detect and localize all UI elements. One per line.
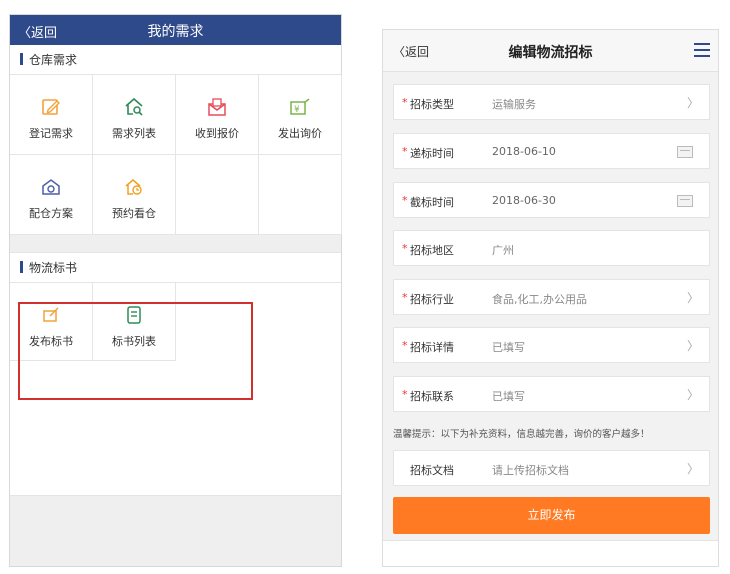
envelope-icon [176, 97, 258, 117]
warehouse-grid: 登记需求 需求列表 收到报价 ¥ 发出询价 配仓方案 预约看仓 [10, 75, 342, 235]
field-value: 食品,化工,办公用品 [492, 293, 587, 306]
grid-item-inquiry[interactable]: ¥ 发出询价 [259, 75, 342, 155]
left-phone-screen: 〈返回 我的需求 仓库需求 登记需求 需求列表 收到报价 ¥ 发出询价 配仓方案… [9, 14, 342, 567]
grid-item-label: 收到报价 [195, 127, 239, 140]
section-bar [20, 261, 23, 273]
section-header-logistics: 物流标书 [10, 253, 341, 283]
required-mark: * [402, 194, 408, 207]
field-label: 招标类型 [410, 98, 454, 111]
section-header-warehouse: 仓库需求 [10, 45, 341, 75]
field-label: 招标行业 [410, 293, 454, 306]
calendar-icon[interactable] [677, 146, 693, 158]
chevron-right-icon: 〉 [686, 339, 699, 353]
form-row-submit-time[interactable]: * 递标时间 2018-06-10 [393, 133, 710, 169]
bottom-band [10, 495, 341, 566]
form-row-deadline[interactable]: * 截标时间 2018-06-30 [393, 182, 710, 218]
page-title: 编辑物流招标 [508, 45, 593, 61]
warehouse-clock-icon [93, 177, 175, 197]
required-mark: * [402, 96, 408, 109]
required-mark: * [402, 242, 408, 255]
field-value: 2018-06-30 [492, 194, 556, 207]
field-value: 广州 [492, 244, 514, 257]
publish-button[interactable]: 立即发布 [393, 497, 710, 534]
grid-item-label: 配仓方案 [29, 207, 73, 220]
field-label: 招标地区 [410, 244, 454, 257]
edit-icon [10, 97, 92, 117]
hint-text: 温馨提示：以下为补充资料，信息越完善，询价的客户越多！ [393, 429, 650, 440]
required-mark: * [402, 291, 408, 304]
grid-item-list[interactable]: 需求列表 [93, 75, 176, 155]
page-title: 我的需求 [147, 24, 204, 40]
chevron-right-icon: 〉 [686, 96, 699, 110]
left-header: 〈返回 我的需求 [10, 15, 341, 45]
hamburger-icon[interactable] [694, 43, 710, 57]
grid-item-register[interactable]: 登记需求 [10, 75, 93, 155]
right-header: 〈返回 编辑物流招标 [383, 30, 718, 72]
field-label: 招标联系 [410, 390, 454, 403]
section-divider [10, 235, 341, 253]
chevron-right-icon: 〉 [686, 388, 699, 402]
section-title: 仓库需求 [29, 53, 78, 67]
house-search-icon [93, 97, 175, 117]
chevron-right-icon: 〉 [686, 291, 699, 305]
field-value: 请上传招标文档 [492, 464, 569, 477]
field-label: 递标时间 [410, 147, 454, 160]
highlight-box [18, 302, 253, 400]
grid-item-appointment[interactable]: 预约看仓 [93, 155, 176, 235]
grid-item-label: 需求列表 [112, 127, 156, 140]
grid-item-plan[interactable]: 配仓方案 [10, 155, 93, 235]
field-value: 已填写 [492, 341, 525, 354]
required-mark: * [402, 388, 408, 401]
calendar-icon[interactable] [677, 195, 693, 207]
grid-empty-cell [259, 155, 342, 235]
field-value: 2018-06-10 [492, 145, 556, 158]
grid-item-label: 预约看仓 [112, 207, 156, 220]
required-mark: * [402, 339, 408, 352]
form-row-region[interactable]: * 招标地区 广州 [393, 230, 710, 266]
field-value: 已填写 [492, 390, 525, 403]
warehouse-plan-icon [10, 177, 92, 197]
price-tag-icon: ¥ [259, 97, 341, 117]
section-title: 物流标书 [29, 261, 78, 275]
field-value: 运输服务 [492, 98, 536, 111]
svg-text:¥: ¥ [294, 105, 300, 115]
section-bar [20, 53, 23, 65]
grid-item-label: 登记需求 [29, 127, 73, 140]
footer [383, 540, 718, 566]
form-row-industry[interactable]: * 招标行业 食品,化工,办公用品 〉 [393, 279, 710, 315]
field-label: 招标文档 [410, 464, 454, 477]
form-row-details[interactable]: * 招标详情 已填写 〉 [393, 327, 710, 363]
form-row-contact[interactable]: * 招标联系 已填写 〉 [393, 376, 710, 412]
field-label: 招标详情 [410, 341, 454, 354]
grid-empty-cell [176, 155, 259, 235]
grid-item-label: 发出询价 [278, 127, 322, 140]
form-row-type[interactable]: * 招标类型 运输服务 〉 [393, 84, 710, 120]
form-row-document[interactable]: 招标文档 请上传招标文档 〉 [393, 450, 710, 486]
field-label: 截标时间 [410, 196, 454, 209]
chevron-right-icon: 〉 [686, 462, 699, 476]
right-phone-screen: 〈返回 编辑物流招标 * 招标类型 运输服务 〉 * 递标时间 2018-06-… [382, 29, 719, 567]
required-mark: * [402, 145, 408, 158]
grid-item-quotes[interactable]: 收到报价 [176, 75, 259, 155]
